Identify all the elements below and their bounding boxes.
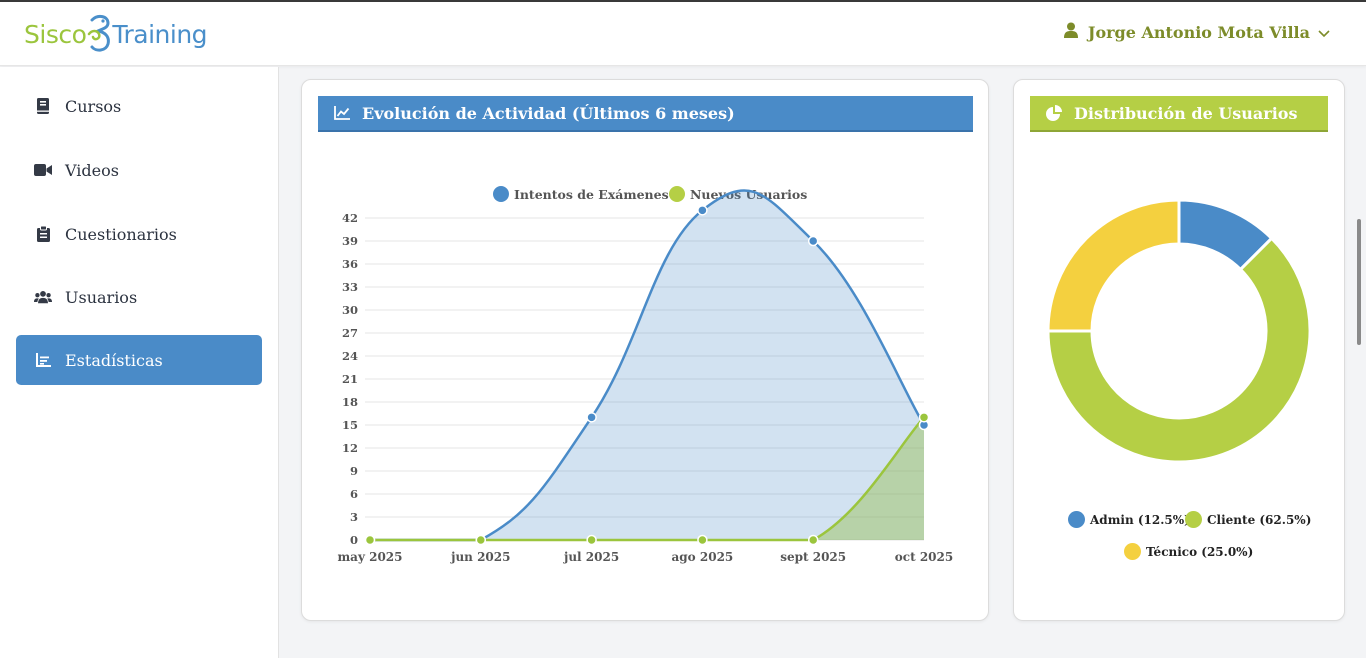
x-tick-label: oct 2025 bbox=[895, 550, 953, 564]
video-camera-icon bbox=[34, 161, 52, 179]
user-name: Jorge Antonio Mota Villa bbox=[1087, 22, 1310, 42]
users-icon bbox=[34, 288, 52, 306]
y-tick-label: 0 bbox=[350, 533, 358, 547]
legend-label: Técnico (25.0%) bbox=[1146, 544, 1254, 559]
page-scrollbar[interactable] bbox=[1357, 219, 1361, 345]
chevron-down-icon bbox=[1318, 23, 1330, 42]
y-tick-label: 18 bbox=[342, 395, 358, 409]
data-point[interactable] bbox=[918, 412, 930, 423]
data-point[interactable] bbox=[697, 205, 708, 216]
y-tick-label: 9 bbox=[350, 464, 358, 478]
y-tick-label: 33 bbox=[342, 280, 358, 294]
y-tick-label: 36 bbox=[342, 257, 358, 271]
sidebar-item-label: Cursos bbox=[65, 96, 122, 116]
y-tick-label: 3 bbox=[350, 510, 358, 524]
brand-part2: Training bbox=[112, 19, 208, 49]
y-tick-label: 15 bbox=[342, 418, 358, 432]
data-point[interactable] bbox=[807, 534, 819, 546]
y-tick-label: 27 bbox=[342, 326, 358, 340]
legend-label: Admin (12.5%) bbox=[1090, 512, 1190, 527]
sidebar: Cursos Videos Cuestionarios Usuarios Est… bbox=[0, 67, 279, 658]
distribution-card: Distribución de Usuarios Admin (12.5%) C… bbox=[1013, 79, 1345, 621]
sidebar-item-label: Videos bbox=[65, 160, 119, 180]
sidebar-item-cursos[interactable]: Cursos bbox=[16, 81, 262, 131]
activity-area-chart: 03691215182124273033363942may 2025 jun 20… bbox=[337, 189, 953, 564]
user-menu[interactable]: Jorge Antonio Mota Villa bbox=[1063, 22, 1330, 42]
book-icon bbox=[34, 97, 52, 115]
seahorse-logo-icon bbox=[88, 14, 111, 52]
x-tick-label: sept 2025 bbox=[780, 550, 846, 564]
clipboard-icon bbox=[34, 225, 52, 243]
brand-logo[interactable]: Sisco Training bbox=[24, 14, 208, 54]
activity-card: Evolución de Actividad (Últimos 6 meses)… bbox=[301, 79, 989, 621]
legend-label: Cliente (62.5%) bbox=[1207, 512, 1312, 527]
data-point[interactable] bbox=[807, 235, 819, 247]
y-tick-label: 21 bbox=[342, 372, 358, 386]
x-tick-label: may 2025 bbox=[337, 550, 402, 564]
legend-item-admin[interactable]: Admin (12.5%) bbox=[1068, 511, 1190, 528]
sidebar-item-cuestionarios[interactable]: Cuestionarios bbox=[16, 209, 262, 259]
data-point[interactable] bbox=[475, 534, 487, 546]
top-header: Sisco Training Jorge Antonio Mota Villa bbox=[0, 2, 1366, 66]
data-point[interactable] bbox=[586, 412, 597, 423]
data-point[interactable] bbox=[697, 534, 708, 546]
legend-swatch bbox=[1185, 511, 1202, 528]
legend-item-tecnico[interactable]: Técnico (25.0%) bbox=[1124, 543, 1253, 560]
sidebar-item-usuarios[interactable]: Usuarios bbox=[16, 272, 262, 322]
y-tick-label: 30 bbox=[342, 303, 358, 317]
x-tick-label: jul 2025 bbox=[563, 550, 619, 564]
brand-part1: Sisco bbox=[24, 19, 87, 49]
sidebar-item-videos[interactable]: Videos bbox=[16, 145, 262, 195]
user-icon bbox=[1063, 22, 1078, 42]
data-point[interactable] bbox=[586, 534, 597, 546]
y-tick-label: 42 bbox=[342, 211, 358, 225]
y-tick-label: 39 bbox=[342, 234, 358, 248]
sidebar-item-label: Usuarios bbox=[65, 287, 138, 307]
data-point[interactable] bbox=[364, 534, 376, 546]
x-tick-label: ago 2025 bbox=[672, 550, 734, 564]
legend-item-cliente[interactable]: Cliente (62.5%) bbox=[1185, 511, 1311, 528]
user-distribution-donut bbox=[1046, 198, 1312, 464]
legend-swatch bbox=[1068, 511, 1085, 528]
y-tick-label: 12 bbox=[342, 441, 358, 455]
sidebar-item-label: Cuestionarios bbox=[65, 224, 177, 244]
y-tick-label: 24 bbox=[342, 349, 358, 363]
bar-chart-icon bbox=[34, 351, 52, 369]
sidebar-item-label: Estadísticas bbox=[65, 350, 163, 370]
legend-swatch bbox=[1124, 543, 1141, 560]
series-area-1 bbox=[370, 190, 924, 540]
sidebar-item-estadisticas[interactable]: Estadísticas bbox=[16, 335, 262, 385]
donut-slice-técnico[interactable] bbox=[1046, 198, 1181, 333]
y-tick-label: 6 bbox=[350, 487, 358, 501]
x-tick-label: jun 2025 bbox=[450, 550, 510, 564]
